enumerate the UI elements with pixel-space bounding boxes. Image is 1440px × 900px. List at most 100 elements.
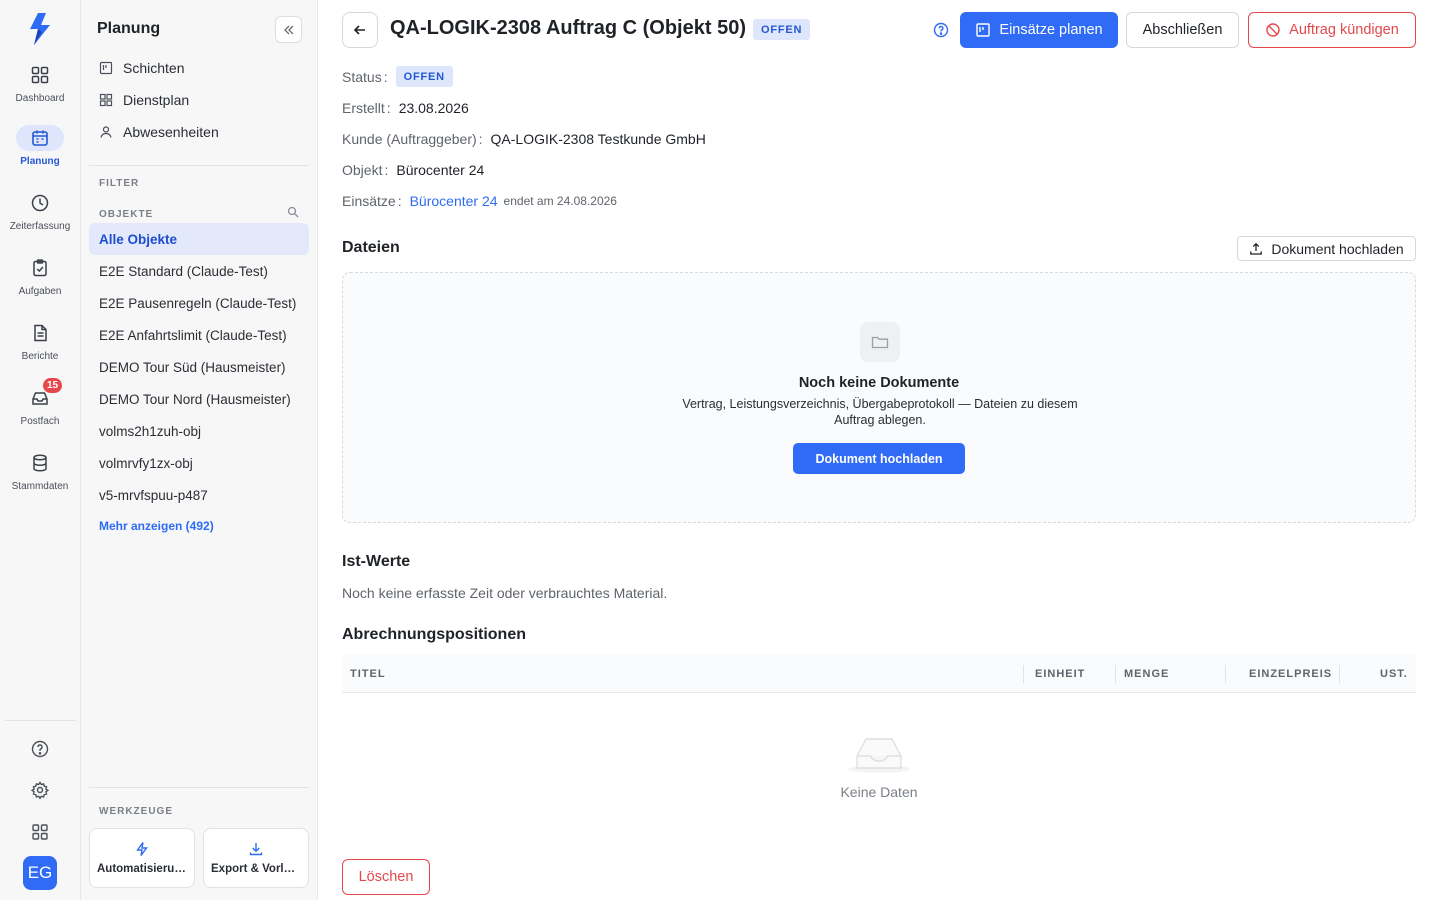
- help-icon[interactable]: [30, 739, 50, 759]
- assignment-link[interactable]: Bürocenter 24: [410, 193, 498, 209]
- clipboard-check-icon: [16, 255, 64, 281]
- meta-value: 23.08.2026: [398, 100, 469, 116]
- button-label: Einsätze planen: [999, 22, 1103, 38]
- search-icon[interactable]: [287, 206, 299, 218]
- empty-files-title: Noch keine Dokumente: [798, 375, 960, 391]
- sidebar-item-schichten[interactable]: Schichten: [89, 52, 309, 84]
- rail-label: Postfach: [20, 416, 60, 427]
- upload-document-cta[interactable]: Dokument hochladen: [793, 443, 965, 474]
- user-icon: [100, 126, 112, 138]
- empty-files-text: Vertrag, Leistungsverzeichnis, Übergabep…: [682, 397, 1078, 427]
- plan-assignments-button[interactable]: Einsätze planen: [960, 12, 1118, 48]
- ban-icon: [1266, 23, 1280, 37]
- document-icon: [16, 320, 64, 346]
- object-filter-item[interactable]: DEMO Tour Nord (Hausmeister): [89, 383, 309, 415]
- avatar[interactable]: EG: [23, 856, 57, 890]
- files-heading: Dateien: [342, 239, 400, 256]
- calendar-icon: [16, 125, 64, 151]
- delete-button[interactable]: Löschen: [342, 859, 430, 895]
- object-filter-list: Alle Objekte E2E Standard (Claude-Test) …: [89, 223, 309, 511]
- rail-item-berichte[interactable]: Berichte: [0, 320, 80, 362]
- empty-inbox-icon: [848, 738, 910, 773]
- billing-heading: Abrechnungspositionen: [342, 626, 526, 643]
- rail-label: Dashboard: [15, 93, 65, 104]
- rail-item-dashboard[interactable]: Dashboard: [0, 62, 80, 104]
- folder-icon: [860, 322, 900, 362]
- rail-divider: [5, 720, 76, 721]
- sidebar-item-dienstplan[interactable]: Dienstplan: [89, 84, 309, 116]
- billing-empty-text: Keine Daten: [840, 784, 918, 800]
- column-header-title[interactable]: TITEL: [350, 668, 386, 680]
- rail-item-planung[interactable]: Planung: [0, 125, 80, 167]
- rail-item-stammdaten[interactable]: Stammdaten: [0, 450, 80, 492]
- object-filter-item[interactable]: DEMO Tour Süd (Hausmeister): [89, 351, 309, 383]
- meta-label: Erstellt: [342, 100, 385, 116]
- tool-automations-button[interactable]: Automatisierungen: [89, 828, 195, 888]
- rail-label: Planung: [20, 156, 60, 167]
- tool-export-button[interactable]: Export & Vorlagen: [203, 828, 309, 888]
- status-badge: OFFEN: [753, 19, 811, 40]
- filter-heading: FILTER: [99, 178, 140, 189]
- sidebar-item-label: Schichten: [123, 60, 185, 76]
- object-filter-item[interactable]: E2E Standard (Claude-Test): [89, 255, 309, 287]
- unread-count-badge: 15: [43, 378, 63, 393]
- sidebar-item-label: Dienstplan: [123, 92, 190, 108]
- rail-item-postfach[interactable]: 15 Postfach: [0, 378, 80, 427]
- object-filter-item[interactable]: v5-mrvfspuu-p487: [89, 479, 309, 511]
- rail-label: Aufgaben: [18, 286, 62, 297]
- help-icon[interactable]: [932, 21, 950, 39]
- meta-value: QA-LOGIK-2308 Testkunde GmbH: [490, 131, 706, 147]
- object-filter-item[interactable]: volmrvfy1zx-obj: [89, 447, 309, 479]
- status-badge: OFFEN: [395, 66, 453, 87]
- show-more-link[interactable]: Mehr anzeigen (492): [99, 519, 214, 533]
- sidebar-nav: Schichten Dienstplan Abwesenheiten: [89, 52, 309, 148]
- meta-label: Kunde (Auftraggeber): [342, 131, 477, 147]
- meta-customer: Kunde (Auftraggeber) : QA-LOGIK-2308 Tes…: [342, 131, 706, 147]
- rail-item-aufgaben[interactable]: Aufgaben: [0, 255, 80, 297]
- sidebar-title: Planung: [97, 20, 161, 37]
- arrow-left-icon: [353, 25, 365, 35]
- bolt-icon: [136, 842, 148, 856]
- upload-document-button[interactable]: Dokument hochladen: [1237, 236, 1416, 261]
- objects-heading: OBJEKTE: [99, 209, 154, 220]
- cancel-order-button[interactable]: Auftrag kündigen: [1248, 12, 1416, 48]
- column-header-unit-price[interactable]: EINZELPREIS: [1249, 668, 1332, 680]
- page-title: QA-LOGIK-2308 Auftrag C (Objekt 50): [390, 17, 746, 39]
- column-header-vat[interactable]: UST.: [1380, 668, 1408, 680]
- button-label: Dokument hochladen: [1271, 240, 1404, 257]
- order-detail: QA-LOGIK-2308 Auftrag C (Objekt 50) OFFE…: [318, 0, 1440, 900]
- meta-label: Einsätze: [342, 193, 396, 209]
- grid-icon: [16, 62, 64, 88]
- meta-label: Status: [342, 68, 382, 85]
- object-filter-item[interactable]: Alle Objekte: [89, 223, 309, 255]
- actuals-empty-text: Noch keine erfasste Zeit oder verbraucht…: [342, 585, 668, 601]
- tool-label: Automatisierungen: [97, 863, 187, 875]
- object-filter-item[interactable]: E2E Anfahrtslimit (Claude-Test): [89, 319, 309, 351]
- download-icon: [249, 843, 263, 856]
- tool-label: Export & Vorlagen: [211, 863, 301, 875]
- apps-grid-icon[interactable]: [30, 822, 50, 842]
- gear-icon[interactable]: [30, 780, 50, 800]
- column-header-quantity[interactable]: MENGE: [1124, 668, 1169, 680]
- grid-icon: [99, 93, 113, 107]
- tools-heading: WERKZEUGE: [99, 806, 173, 817]
- board-icon: [976, 23, 991, 37]
- file-dropzone[interactable]: Noch keine Dokumente Vertrag, Leistungsv…: [342, 272, 1416, 523]
- sidebar-item-abwesenheiten[interactable]: Abwesenheiten: [89, 116, 309, 148]
- rail-item-zeiterfassung[interactable]: Zeiterfassung: [0, 190, 80, 232]
- meta-status: Status : OFFEN: [342, 66, 453, 87]
- complete-button[interactable]: Abschließen: [1126, 12, 1239, 48]
- back-button[interactable]: [342, 12, 378, 48]
- clock-icon: [16, 190, 64, 216]
- meta-label: Objekt: [342, 162, 383, 178]
- object-filter-item[interactable]: E2E Pausenregeln (Claude-Test): [89, 287, 309, 319]
- object-filter-item[interactable]: volms2h1zuh-obj: [89, 415, 309, 447]
- button-label: Auftrag kündigen: [1289, 22, 1399, 38]
- column-header-unit[interactable]: EINHEIT: [1035, 668, 1085, 680]
- board-icon: [99, 61, 113, 75]
- database-icon: [16, 450, 64, 476]
- sidebar-divider: [89, 165, 309, 166]
- collapse-sidebar-button[interactable]: [275, 16, 302, 43]
- app-logo-icon[interactable]: [26, 12, 54, 46]
- assignment-end-date: endet am 24.08.2026: [503, 194, 617, 208]
